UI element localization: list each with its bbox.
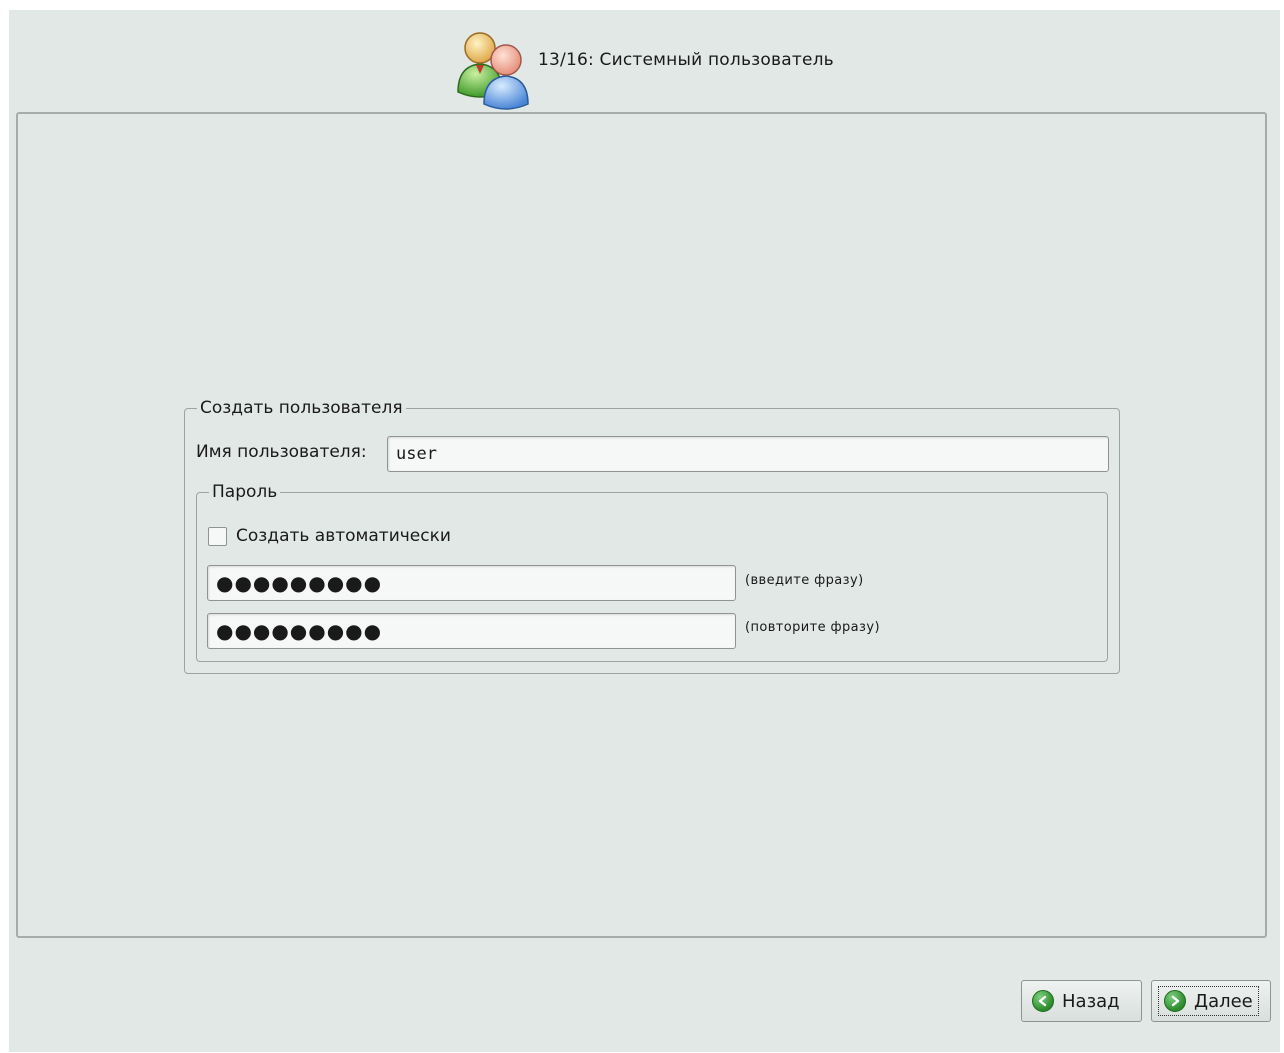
- auto-generate-label[interactable]: Создать автоматически: [236, 526, 451, 546]
- create-user-legend: Создать пользователя: [200, 398, 403, 418]
- confirm-password-hint: (повторите фразу): [745, 620, 880, 635]
- step-header: 13/16: Системный пользователь: [446, 22, 906, 114]
- password-legend: Пароль: [212, 482, 278, 502]
- users-icon: [457, 32, 529, 110]
- next-button[interactable]: Далее: [1151, 980, 1271, 1022]
- password-hint: (введите фразу): [745, 573, 864, 588]
- arrow-left-icon: [1032, 990, 1054, 1012]
- back-button[interactable]: Назад: [1021, 980, 1142, 1022]
- step-title: 13/16: Системный пользователь: [538, 50, 834, 70]
- next-button-label: Далее: [1194, 990, 1253, 1012]
- back-button-label: Назад: [1062, 990, 1120, 1012]
- arrow-right-icon: [1164, 990, 1186, 1012]
- auto-generate-checkbox[interactable]: [208, 527, 227, 546]
- username-label: Имя пользователя:: [196, 442, 367, 462]
- password-input[interactable]: [207, 565, 736, 601]
- confirm-password-input[interactable]: [207, 613, 736, 649]
- username-input[interactable]: [387, 436, 1109, 472]
